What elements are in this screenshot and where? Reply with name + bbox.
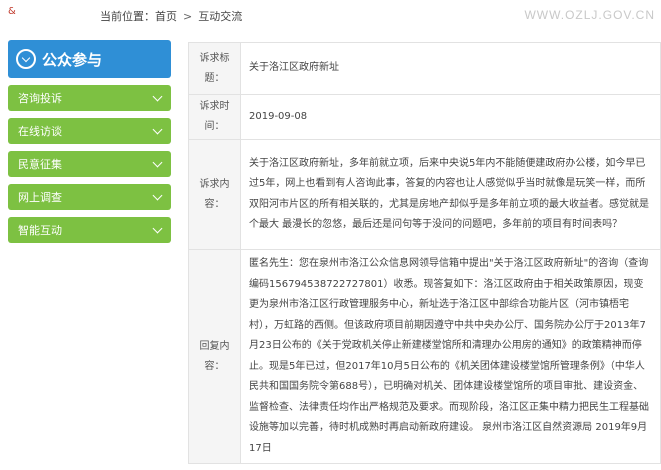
sidebar: 公众参与 咨询投诉 在线访谈 民意征集 网上调查 智能互动 [8,40,171,243]
content-label: 诉求内容： [188,139,241,250]
sidebar-header[interactable]: 公众参与 [8,40,171,78]
sidebar-item-label: 民意征集 [18,158,62,171]
logo-mark-icon: & [8,6,16,17]
petition-detail: 诉求标题： 关于洛江区政府新址 诉求时间： 2019-09-08 诉求内容： 关… [188,42,661,464]
chevron-down-icon [152,190,163,201]
time-label: 诉求时间： [188,94,241,140]
table-row: 回复内容： 匿名先生：您在泉州市洛江公众信息网领导信箱中提出"关于洛江区政府新址… [188,249,661,464]
table-row: 诉求时间： 2019-09-08 [188,94,661,140]
sidebar-item-label: 网上调查 [18,191,62,204]
sidebar-item-consult-complaint[interactable]: 咨询投诉 [8,85,171,111]
sidebar-item-online-interview[interactable]: 在线访谈 [8,118,171,144]
chevron-down-icon [152,91,163,102]
title-value: 关于洛江区政府新址 [240,42,661,95]
sidebar-item-opinion-collection[interactable]: 民意征集 [8,151,171,177]
content-value: 关于洛江区政府新址，多年前就立项，后来中央说5年内不能随便建政府办公楼，如今早已… [240,139,661,250]
sidebar-item-label: 在线访谈 [18,125,62,138]
sidebar-title: 公众参与 [42,50,103,69]
breadcrumb-separator: > [183,10,193,23]
table-row: 诉求内容： 关于洛江区政府新址，多年前就立项，后来中央说5年内不能随便建政府办公… [188,139,661,250]
time-value: 2019-09-08 [240,94,661,140]
watermark: WWW.OZLJ.GOV.CN [524,8,655,22]
table-row: 诉求标题： 关于洛江区政府新址 [188,42,661,95]
sidebar-item-smart-interaction[interactable]: 智能互动 [8,217,171,243]
chevron-down-circle-icon [16,49,36,69]
petition-table: 诉求标题： 关于洛江区政府新址 诉求时间： 2019-09-08 诉求内容： 关… [188,42,661,464]
breadcrumb-home-link[interactable]: 首页 [155,8,177,24]
chevron-down-icon [152,223,163,234]
breadcrumb-current[interactable]: 互动交流 [198,8,242,24]
chevron-down-icon [152,124,163,135]
reply-label: 回复内容： [188,249,241,464]
breadcrumb: 当前位置：首页 > 互动交流 [100,8,242,24]
sidebar-item-label: 智能互动 [18,224,62,237]
title-label: 诉求标题： [188,42,241,95]
top-bar: & 当前位置：首页 > 互动交流 WWW.OZLJ.GOV.CN [0,0,661,30]
reply-value: 匿名先生：您在泉州市洛江公众信息网领导信箱中提出"关于洛江区政府新址"的咨询（查… [240,249,661,464]
chevron-down-icon [152,157,163,168]
sidebar-item-online-survey[interactable]: 网上调查 [8,184,171,210]
breadcrumb-prefix: 当前位置： [100,10,155,23]
sidebar-item-label: 咨询投诉 [18,92,62,105]
